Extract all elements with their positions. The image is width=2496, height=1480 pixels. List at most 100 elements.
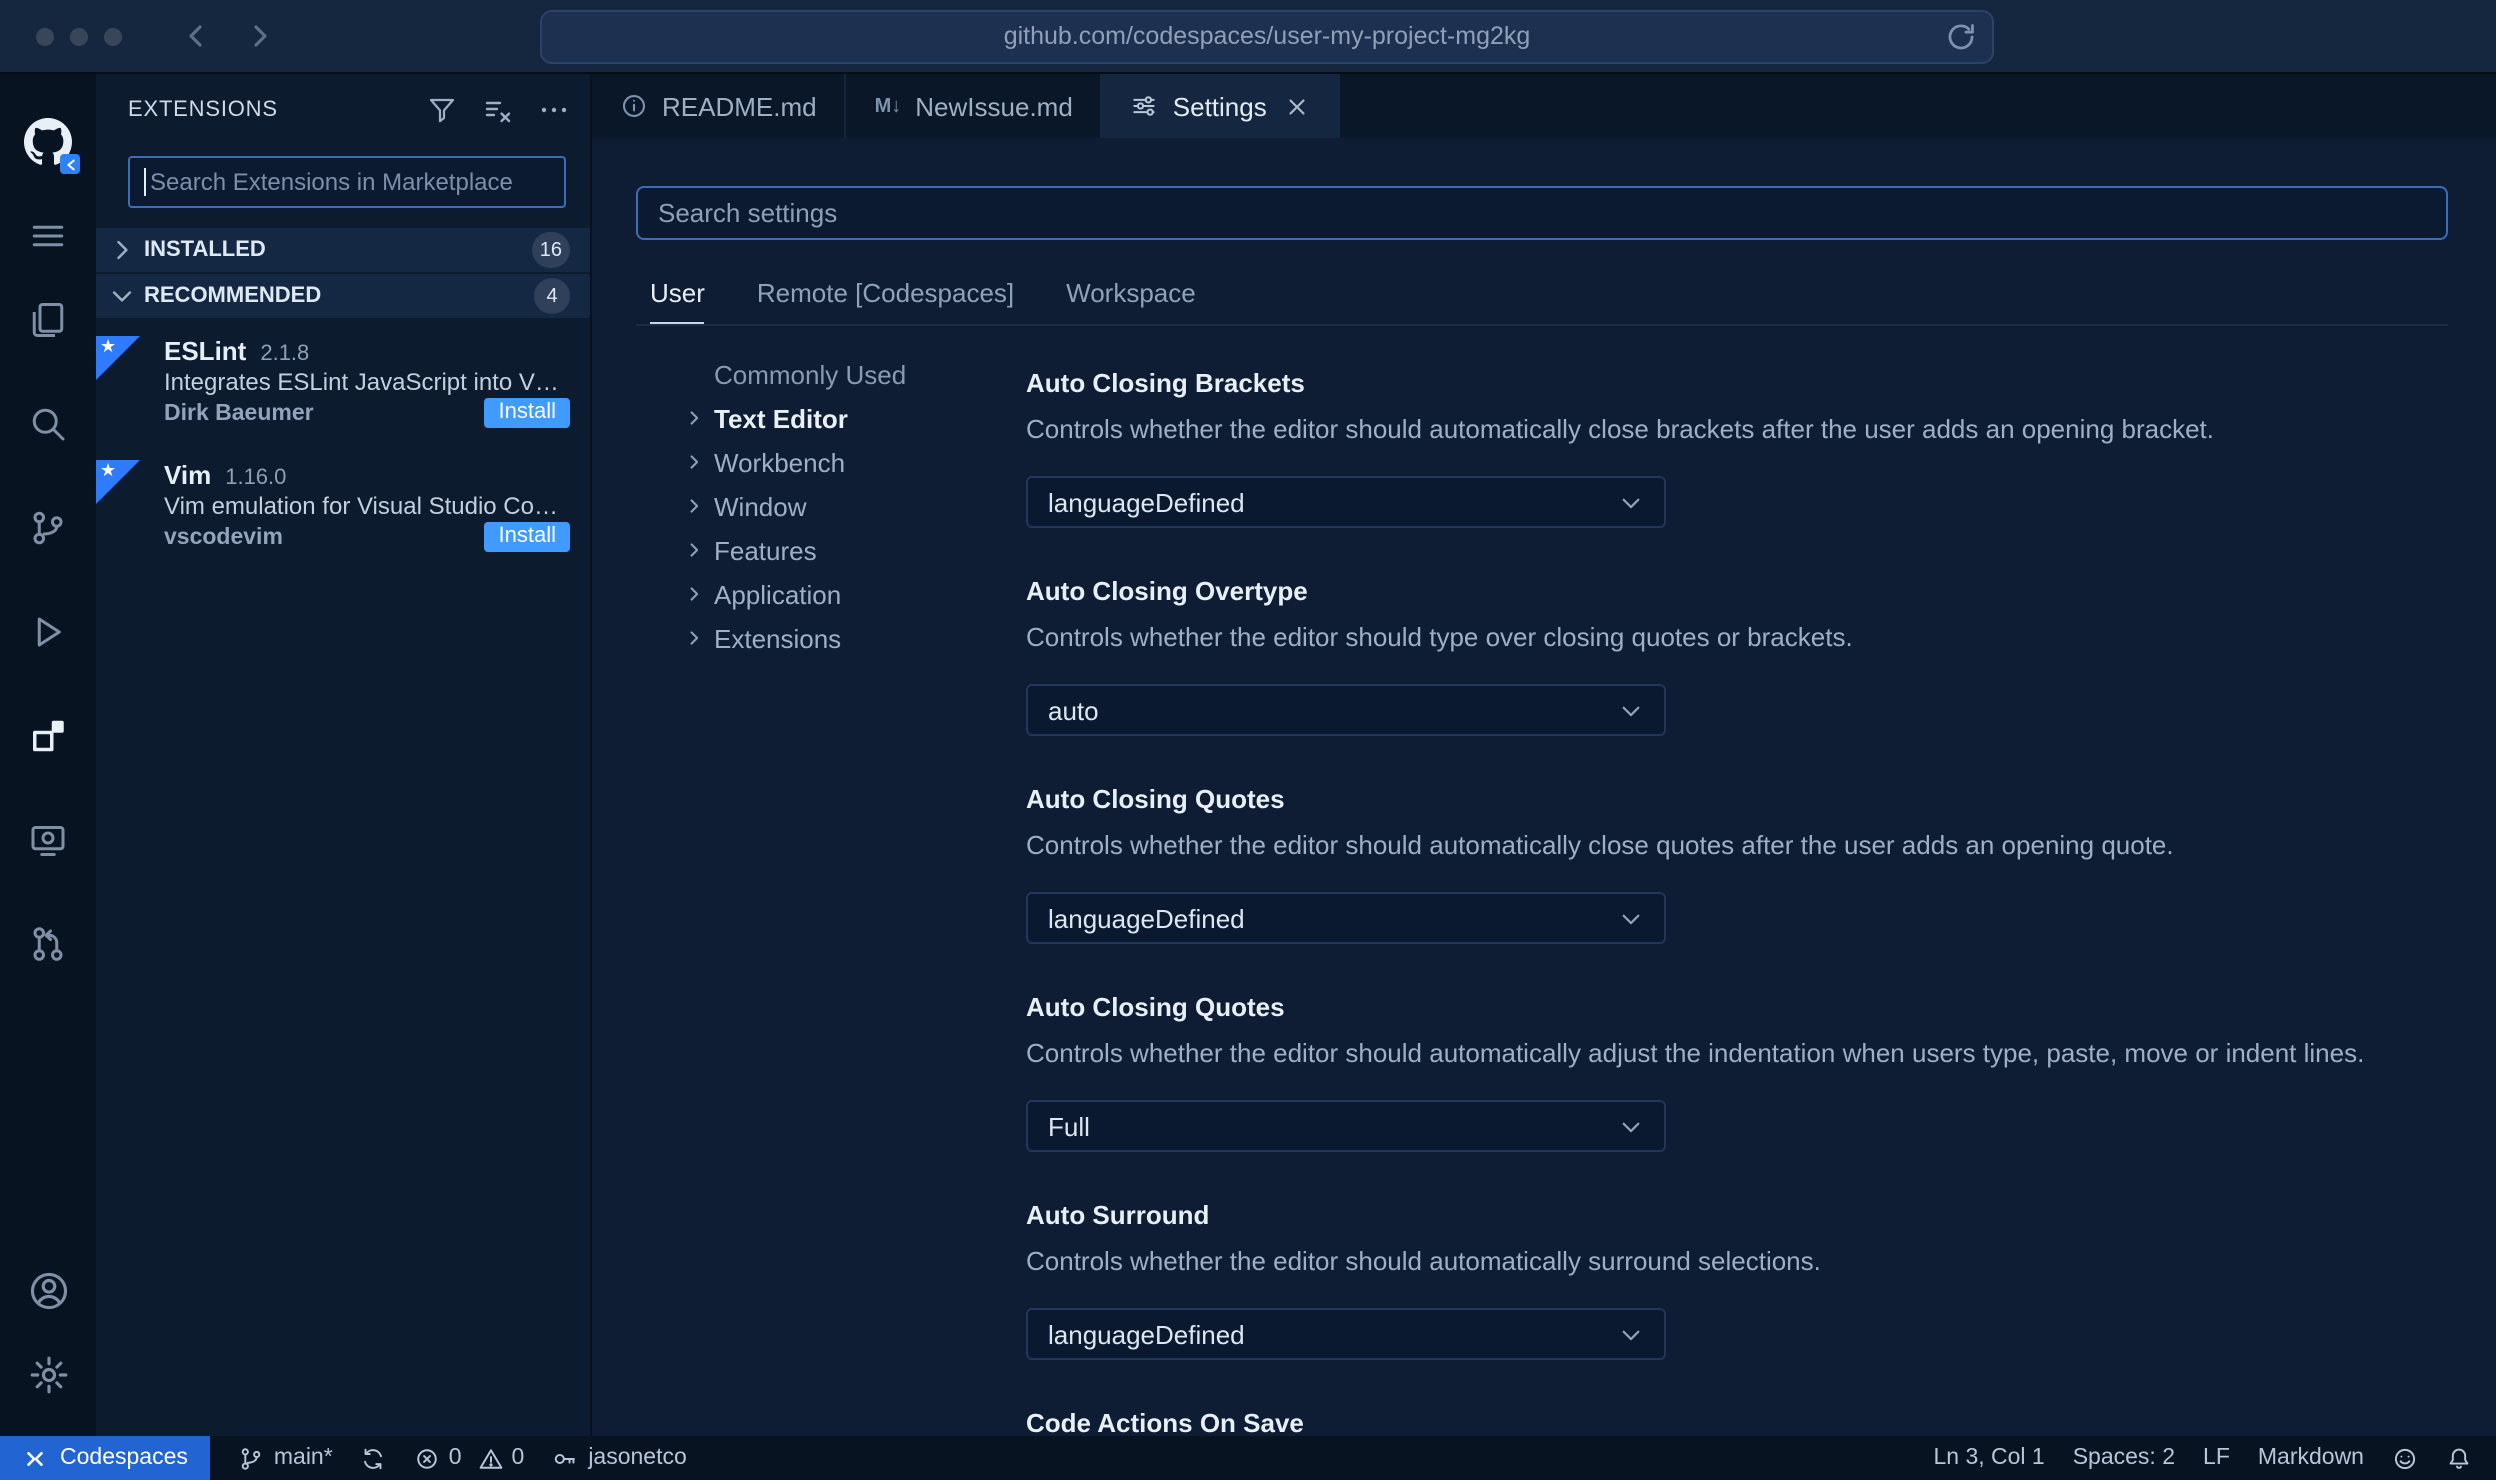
panel-title: EXTENSIONS bbox=[128, 97, 278, 121]
setting-code-actions-on-save: Code Actions On Save bbox=[1026, 1406, 2496, 1436]
feedback-button[interactable] bbox=[2392, 1445, 2418, 1471]
tab-newissue[interactable]: M↓ NewIssue.md bbox=[846, 74, 1103, 138]
chevron-down-icon bbox=[1618, 489, 1644, 515]
setting-select[interactable]: languageDefined bbox=[1026, 1308, 1666, 1360]
extension-item-eslint[interactable]: ★ ESLint 2.1.8 Integrates ESLint JavaScr… bbox=[96, 320, 590, 444]
indentation-status[interactable]: Spaces: 2 bbox=[2073, 1446, 2175, 1470]
more-actions-button[interactable] bbox=[538, 93, 570, 125]
browser-forward-button[interactable] bbox=[242, 18, 278, 54]
clear-extensions-filter-button[interactable] bbox=[482, 93, 514, 125]
tab-label: README.md bbox=[662, 91, 817, 121]
error-icon bbox=[415, 1445, 441, 1471]
installed-section-header[interactable]: INSTALLED 16 bbox=[96, 228, 590, 272]
remote-indicator-icon bbox=[22, 1445, 48, 1471]
toc-text-editor[interactable]: Text Editor bbox=[684, 396, 1026, 440]
address-bar[interactable]: github.com/codespaces/user-my-project-mg… bbox=[540, 9, 1994, 63]
chevron-right-icon bbox=[108, 236, 136, 264]
extensions-sidebar: EXTENSIONS INSTALLED 16 RECOMMENDED 4 bbox=[96, 74, 592, 1436]
setting-name: Auto Closing Overtype bbox=[1026, 576, 1308, 606]
tab-settings[interactable]: Settings bbox=[1102, 74, 1341, 138]
setting-name: Auto Closing Quotes bbox=[1026, 992, 1285, 1022]
hamburger-menu-icon bbox=[28, 216, 68, 256]
close-tab-icon[interactable] bbox=[1285, 93, 1311, 119]
setting-name: Auto Closing Brackets bbox=[1026, 368, 1305, 398]
setting-select[interactable]: languageDefined bbox=[1026, 892, 1666, 944]
setting-auto-surround: Auto Surround Controls whether the edito… bbox=[1026, 1198, 2496, 1360]
extensions-search-input[interactable] bbox=[128, 156, 566, 208]
settings-gear-button[interactable] bbox=[0, 1332, 96, 1416]
chevron-left-icon bbox=[189, 25, 202, 47]
reload-icon bbox=[1948, 23, 1974, 49]
menu-button[interactable] bbox=[0, 194, 96, 278]
chevron-down-icon bbox=[1618, 1113, 1644, 1139]
tab-readme[interactable]: README.md bbox=[592, 74, 847, 138]
scope-tab-workspace[interactable]: Workspace bbox=[1066, 264, 1196, 324]
setting-select[interactable]: Full bbox=[1026, 1100, 1666, 1152]
sync-status[interactable] bbox=[361, 1445, 387, 1471]
settings-search-input[interactable] bbox=[636, 186, 2448, 240]
install-button[interactable]: Install bbox=[484, 522, 570, 552]
warning-count: 0 bbox=[511, 1446, 525, 1470]
gear-icon bbox=[27, 1353, 69, 1395]
bell-icon bbox=[2449, 1447, 2469, 1468]
toc-application[interactable]: Application bbox=[684, 572, 1026, 616]
setting-name: Code Actions On Save bbox=[1026, 1408, 1304, 1436]
extension-item-vim[interactable]: ★ Vim 1.16.0 Vim emulation for Visual St… bbox=[96, 444, 590, 568]
toc-workbench[interactable]: Workbench bbox=[684, 440, 1026, 484]
chevron-right-icon bbox=[684, 628, 704, 648]
maximize-window-icon[interactable] bbox=[104, 27, 122, 45]
browser-back-button[interactable] bbox=[178, 18, 214, 54]
notifications-button[interactable] bbox=[2446, 1445, 2472, 1471]
run-debug-button[interactable] bbox=[0, 590, 96, 674]
chevron-down-icon bbox=[1618, 697, 1644, 723]
extensions-button[interactable] bbox=[0, 694, 96, 778]
branch-name: main* bbox=[273, 1446, 333, 1470]
pull-requests-button[interactable] bbox=[0, 902, 96, 986]
close-window-icon[interactable] bbox=[36, 27, 54, 45]
toc-commonly-used[interactable]: Commonly Used bbox=[684, 352, 1026, 396]
eol-status[interactable]: LF bbox=[2203, 1446, 2230, 1470]
key-icon bbox=[552, 1445, 578, 1471]
toc-features[interactable]: Features bbox=[684, 528, 1026, 572]
scope-tab-user[interactable]: User bbox=[650, 264, 705, 324]
account-icon bbox=[27, 1269, 69, 1311]
github-home-button[interactable] bbox=[0, 106, 96, 178]
settings-editor-icon bbox=[1131, 92, 1159, 120]
toc-extensions[interactable]: Extensions bbox=[684, 616, 1026, 660]
language-mode-status[interactable]: Markdown bbox=[2258, 1446, 2364, 1470]
setting-select[interactable]: languageDefined bbox=[1026, 476, 1666, 528]
extension-name: ESLint bbox=[164, 336, 247, 366]
problems-status[interactable]: 0 0 bbox=[415, 1445, 525, 1471]
chevron-right-icon bbox=[254, 25, 267, 47]
minimize-window-icon[interactable] bbox=[70, 27, 88, 45]
scope-tab-remote[interactable]: Remote [Codespaces] bbox=[757, 264, 1014, 324]
tab-label: Settings bbox=[1172, 91, 1267, 121]
chevron-down-icon bbox=[1618, 905, 1644, 931]
codespaces-window: github.com/codespaces/user-my-project-mg… bbox=[0, 0, 2496, 1480]
toc-window[interactable]: Window bbox=[684, 484, 1026, 528]
remote-explorer-button[interactable] bbox=[0, 798, 96, 882]
reload-button[interactable] bbox=[1944, 19, 1978, 53]
setting-description: Controls whether the editor should autom… bbox=[1026, 830, 2174, 860]
branch-status[interactable]: main* bbox=[238, 1445, 333, 1471]
browser-chrome: github.com/codespaces/user-my-project-mg… bbox=[0, 0, 2496, 74]
explorer-button[interactable] bbox=[0, 278, 96, 362]
source-control-button[interactable] bbox=[0, 486, 96, 570]
chevron-down-icon bbox=[1618, 1321, 1644, 1347]
install-button[interactable]: Install bbox=[484, 398, 570, 428]
search-button[interactable] bbox=[0, 382, 96, 466]
signed-in-user-status[interactable]: jasonetco bbox=[552, 1445, 687, 1471]
codespaces-remote-indicator[interactable]: Codespaces bbox=[0, 1436, 210, 1480]
info-icon bbox=[620, 92, 648, 120]
setting-select[interactable]: auto bbox=[1026, 684, 1666, 736]
text-cursor bbox=[144, 168, 146, 196]
window-controls[interactable] bbox=[36, 27, 122, 45]
extension-version: 1.16.0 bbox=[225, 466, 287, 490]
filter-extensions-button[interactable] bbox=[426, 93, 458, 125]
account-button[interactable] bbox=[0, 1248, 96, 1332]
recommended-section-header[interactable]: RECOMMENDED 4 bbox=[96, 274, 590, 318]
recommended-count-badge: 4 bbox=[534, 278, 570, 314]
warning-icon bbox=[478, 1445, 504, 1471]
cursor-position-status[interactable]: Ln 3, Col 1 bbox=[1933, 1446, 2044, 1470]
pull-request-icon bbox=[28, 924, 68, 964]
